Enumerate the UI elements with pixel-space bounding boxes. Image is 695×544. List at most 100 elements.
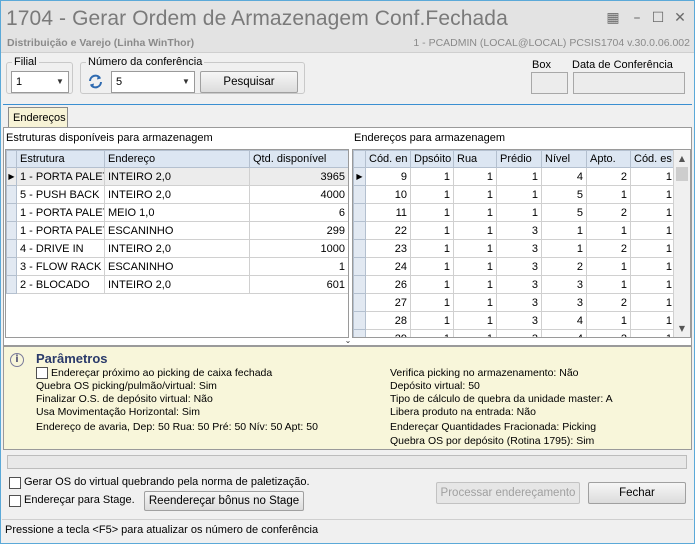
- conferencia-label: Número da conferência: [86, 56, 205, 68]
- table-cell: 28: [365, 311, 411, 330]
- scroll-thumb[interactable]: [676, 167, 688, 181]
- grid-icon[interactable]: ▦: [604, 9, 622, 27]
- table-row[interactable]: 1 - PORTA PALET MEIO 1,0 6: [6, 203, 348, 222]
- close-button[interactable]: ✕: [671, 9, 689, 27]
- search-button[interactable]: Pesquisar: [200, 71, 298, 93]
- row-indicator[interactable]: [6, 203, 17, 222]
- table-cell: 1: [630, 203, 676, 222]
- row-indicator[interactable]: [353, 275, 366, 294]
- table-cell: 5: [541, 185, 587, 204]
- table-row[interactable]: 2 - BLOCADO INTEIRO 2,0 601: [6, 275, 348, 294]
- reenderecar-stage-button[interactable]: Reendereçar bônus no Stage: [144, 491, 304, 511]
- table-row[interactable]: 26 1 1 3 3 1 1: [353, 275, 676, 294]
- row-indicator[interactable]: [6, 257, 17, 276]
- column-header[interactable]: Endereço: [104, 150, 250, 168]
- estruturas-grid[interactable]: Estrutura Endereço Qtd. disponível ▶ 1 - …: [5, 149, 349, 338]
- table-cell: 1: [453, 167, 497, 186]
- row-indicator-header: [353, 150, 366, 168]
- table-row[interactable]: 1 - PORTA PALET ESCANINHO 299: [6, 221, 348, 240]
- proximo-picking-checkbox[interactable]: [36, 367, 48, 379]
- enderecar-stage-checkbox[interactable]: [9, 495, 21, 507]
- conferencia-value: 5: [116, 76, 123, 88]
- row-indicator[interactable]: [353, 239, 366, 258]
- table-row[interactable]: 23 1 1 3 1 2 1: [353, 239, 676, 258]
- maximize-button[interactable]: ☐: [649, 9, 667, 27]
- row-indicator[interactable]: [353, 221, 366, 240]
- table-row[interactable]: 22 1 1 3 1 1 1: [353, 221, 676, 240]
- table-cell: 2: [586, 239, 631, 258]
- param-left-3: Usa Movimentação Horizontal: Sim: [36, 406, 200, 418]
- table-row[interactable]: 5 - PUSH BACK INTEIRO 2,0 4000: [6, 185, 348, 204]
- minimize-button[interactable]: –: [628, 9, 646, 27]
- column-header[interactable]: Cód. es: [630, 150, 676, 168]
- row-indicator[interactable]: [6, 221, 17, 240]
- table-row[interactable]: 27 1 1 3 3 2 1: [353, 293, 676, 312]
- gerar-os-label: Gerar OS do virtual quebrando pela norma…: [24, 476, 310, 488]
- main-window: 1704 - Gerar Ordem de Armazenagem Conf.F…: [0, 0, 695, 544]
- row-indicator[interactable]: [353, 311, 366, 330]
- param-right-4: Endereçar Quantidades Fracionada: Pickin…: [390, 421, 597, 433]
- table-cell: 2: [586, 293, 631, 312]
- tab-enderecos[interactable]: Endereços: [8, 107, 68, 128]
- column-header[interactable]: Rua: [453, 150, 497, 168]
- table-cell: 1 - PORTA PALET: [16, 167, 105, 186]
- table-row[interactable]: 4 - DRIVE IN INTEIRO 2,0 1000: [6, 239, 348, 258]
- splitter-chevron-icon[interactable]: ⌄: [342, 336, 354, 346]
- table-row[interactable]: 3 - FLOW RACK ESCANINHO 1: [6, 257, 348, 276]
- table-row[interactable]: 10 1 1 1 5 1 1: [353, 185, 676, 204]
- row-indicator[interactable]: [353, 185, 366, 204]
- row-indicator[interactable]: [6, 239, 17, 258]
- row-indicator[interactable]: ▶: [353, 167, 366, 186]
- table-cell: 1: [410, 275, 454, 294]
- scroll-down-icon[interactable]: ▼: [674, 320, 690, 337]
- table-cell: 3: [541, 293, 587, 312]
- left-grid-title: Estruturas disponíveis para armazenagem: [6, 132, 213, 144]
- table-row[interactable]: 28 1 1 3 4 1 1: [353, 311, 676, 330]
- row-indicator-header: [6, 150, 17, 168]
- table-cell: 3965: [249, 167, 348, 186]
- row-indicator[interactable]: [6, 275, 17, 294]
- column-header[interactable]: Apto.: [586, 150, 631, 168]
- column-header[interactable]: Prédio: [496, 150, 542, 168]
- table-cell: 1: [630, 311, 676, 330]
- filial-select[interactable]: 1 ▼: [11, 71, 69, 93]
- status-bar: Pressione a tecla <F5> para atualizar os…: [2, 519, 693, 543]
- table-cell: 1: [410, 221, 454, 240]
- table-row[interactable]: 29113421: [353, 329, 676, 337]
- param-left-0: Endereçar próximo ao picking de caixa fe…: [51, 367, 273, 379]
- row-indicator[interactable]: [353, 293, 366, 312]
- table-cell: 1: [630, 167, 676, 186]
- table-row[interactable]: ▶ 1 - PORTA PALET INTEIRO 2,0 3965: [6, 167, 348, 186]
- table-row[interactable]: 11 1 1 1 5 2 1: [353, 203, 676, 222]
- table-cell: 23: [365, 239, 411, 258]
- column-header[interactable]: Dpsóito: [410, 150, 454, 168]
- gerar-os-checkbox[interactable]: [9, 477, 21, 489]
- row-indicator[interactable]: ▶: [6, 167, 17, 186]
- row-indicator[interactable]: [353, 257, 366, 276]
- window-subtitle: Distribuição e Varejo (Linha WinThor): [7, 37, 195, 49]
- table-cell: 1: [496, 185, 542, 204]
- column-header[interactable]: Nível: [541, 150, 587, 168]
- enderecos-grid[interactable]: Cód. en Dpsóito Rua Prédio Nível Apto. C…: [352, 149, 691, 338]
- table-cell: 1: [453, 203, 497, 222]
- right-grid-scrollbar[interactable]: ▲ ▼: [673, 150, 690, 337]
- processar-button[interactable]: Processar endereçamento: [436, 482, 580, 504]
- refresh-icon[interactable]: [87, 73, 104, 90]
- row-indicator[interactable]: [353, 329, 366, 337]
- table-cell: 3: [496, 221, 542, 240]
- table-cell: 1: [410, 257, 454, 276]
- column-header[interactable]: Qtd. disponível: [249, 150, 348, 168]
- table-cell: 4 - DRIVE IN: [16, 239, 105, 258]
- row-indicator[interactable]: [6, 185, 17, 204]
- table-cell: 1: [630, 275, 676, 294]
- scroll-up-icon[interactable]: ▲: [674, 150, 690, 167]
- tab-strip-line: [3, 104, 692, 105]
- table-row[interactable]: 24 1 1 3 2 1 1: [353, 257, 676, 276]
- table-row[interactable]: ▶ 9 1 1 1 4 2 1: [353, 167, 676, 186]
- row-indicator[interactable]: [353, 203, 366, 222]
- column-header[interactable]: Estrutura: [16, 150, 105, 168]
- conferencia-select[interactable]: 5 ▼: [111, 71, 195, 93]
- fechar-button[interactable]: Fechar: [588, 482, 686, 504]
- column-header[interactable]: Cód. en: [365, 150, 411, 168]
- table-cell: 1: [586, 185, 631, 204]
